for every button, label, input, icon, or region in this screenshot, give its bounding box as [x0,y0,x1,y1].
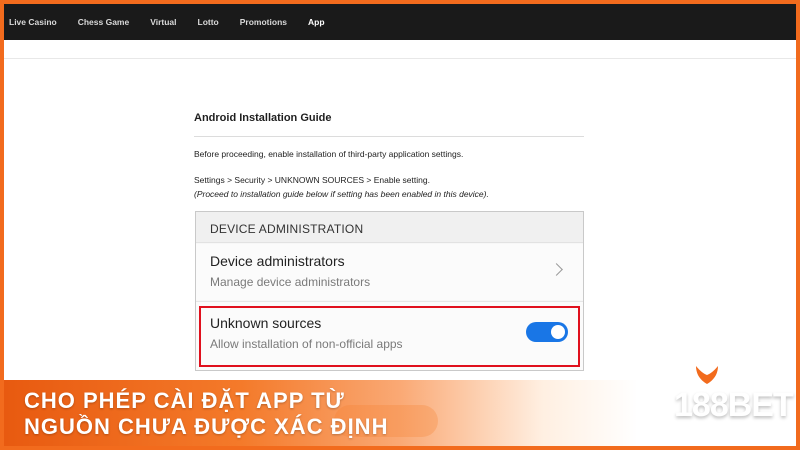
chevron-right-icon [550,263,563,276]
guide-settings-path: Settings > Security > UNKNOWN SOURCES > … [194,175,430,185]
guide-intro-text: Before proceeding, enable installation o… [194,149,464,159]
top-navigation: Live Casino Chess Game Virtual Lotto Pro… [4,4,796,40]
android-settings-screenshot: DEVICE ADMINISTRATION Device administrat… [195,211,584,371]
nav-item-live-casino[interactable]: Live Casino [9,17,57,27]
toggle-knob [551,325,565,339]
device-administrators-title: Device administrators [210,253,345,269]
brand-name: 188BET [674,386,794,424]
banner-headline-line-1: CHO PHÉP CÀI ĐẶT APP TỪ [24,388,345,413]
guide-title: Android Installation Guide [194,112,332,124]
device-administrators-row[interactable]: Device administrators Manage device admi… [196,244,583,300]
section-header-label: DEVICE ADMINISTRATION [210,222,364,236]
page-frame: Live Casino Chess Game Virtual Lotto Pro… [4,4,796,446]
guide-title-rule [194,136,584,137]
unknown-sources-subtitle: Allow installation of non-official apps [210,337,403,351]
content-divider [4,58,796,59]
nav-item-lotto[interactable]: Lotto [198,17,219,27]
unknown-sources-title: Unknown sources [210,315,322,331]
guide-note: (Proceed to installation guide below if … [194,189,489,199]
nav-item-virtual[interactable]: Virtual [150,17,176,27]
brand-url: 188BETTT.CLUB [724,424,783,433]
unknown-sources-toggle[interactable] [526,322,568,342]
section-header: DEVICE ADMINISTRATION [196,212,583,243]
nav-item-promotions[interactable]: Promotions [240,17,287,27]
nav-item-app[interactable]: App [308,17,325,27]
nav-item-chess-game[interactable]: Chess Game [78,17,130,27]
banner-headline-line-2: NGUỒN CHƯA ĐƯỢC XÁC ĐỊNH [24,414,389,439]
device-administrators-subtitle: Manage device administrators [210,275,371,289]
brand-logo: 188BET 188BETTT.CLUB [666,344,796,444]
unknown-sources-row[interactable]: Unknown sources Allow installation of no… [196,302,583,370]
